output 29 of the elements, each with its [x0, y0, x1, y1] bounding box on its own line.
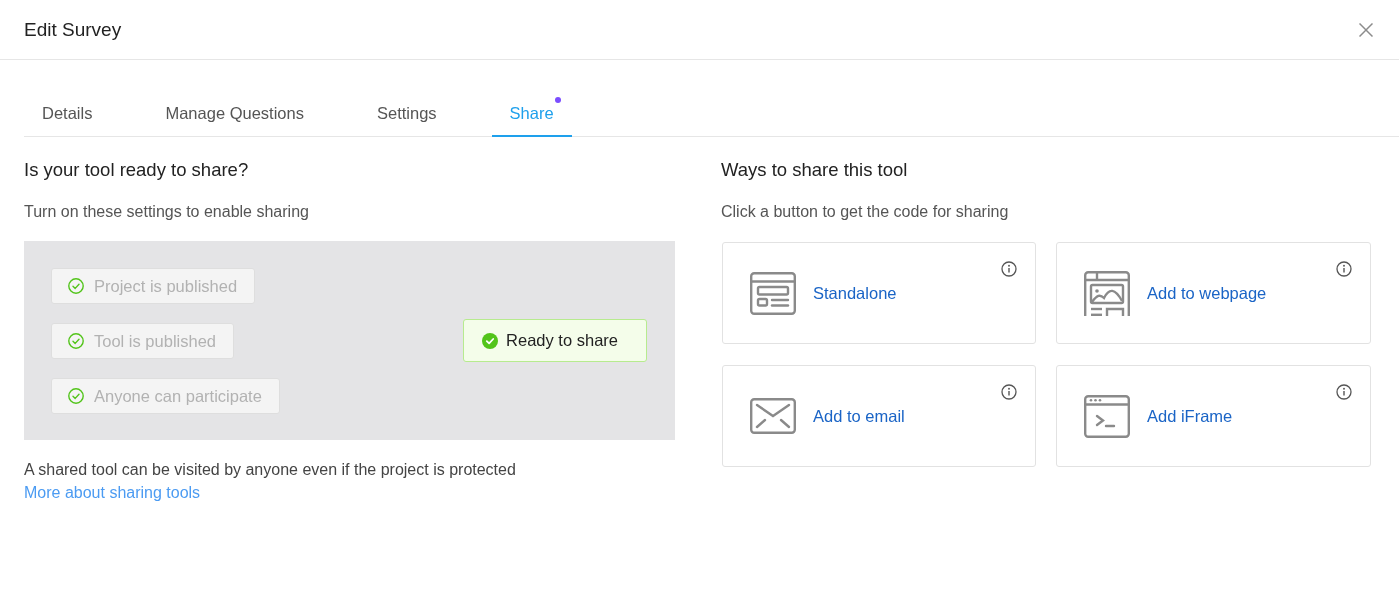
requirement-label: Tool is published	[94, 331, 216, 351]
tab[interactable]: Settings	[358, 92, 455, 137]
dialog-title: Edit Survey	[24, 18, 122, 41]
status-label: Ready to share	[506, 331, 618, 350]
share-option-button[interactable]: Add to email	[722, 365, 1036, 467]
info-icon[interactable]	[1336, 384, 1352, 400]
share-option-button[interactable]: Standalone	[722, 242, 1036, 344]
section-heading: Is your tool ready to share?	[24, 158, 250, 182]
close-icon	[1359, 22, 1373, 37]
requirement-label: Anyone can participate	[94, 386, 262, 406]
tab[interactable]: Details	[24, 92, 111, 137]
more-link[interactable]: More about sharing tools	[24, 481, 201, 504]
share-option-button[interactable]: Add to webpage	[1056, 242, 1371, 344]
window-layout-icon	[750, 271, 796, 315]
section-description: Turn on these settings to enable sharing	[24, 202, 310, 222]
section-description: Click a button to get the code for sharing	[721, 202, 1010, 222]
check-circle-icon	[482, 332, 499, 349]
section-heading: Ways to share this tool	[721, 158, 909, 182]
info-icon[interactable]	[1001, 384, 1017, 400]
requirement-label: Project is published	[94, 276, 238, 296]
share-option-button[interactable]: Add iFrame	[1056, 365, 1371, 467]
webpage-image-icon	[1084, 270, 1130, 316]
terminal-window-icon	[1084, 394, 1130, 438]
tab[interactable]: Share	[491, 92, 572, 137]
envelope-icon	[750, 398, 796, 434]
tab[interactable]: Manage Questions	[147, 92, 322, 137]
sharing-note: A shared tool can be visited by anyone even if the project is protected	[24, 460, 517, 480]
info-icon[interactable]	[1001, 261, 1017, 277]
info-icon[interactable]	[1336, 261, 1352, 277]
